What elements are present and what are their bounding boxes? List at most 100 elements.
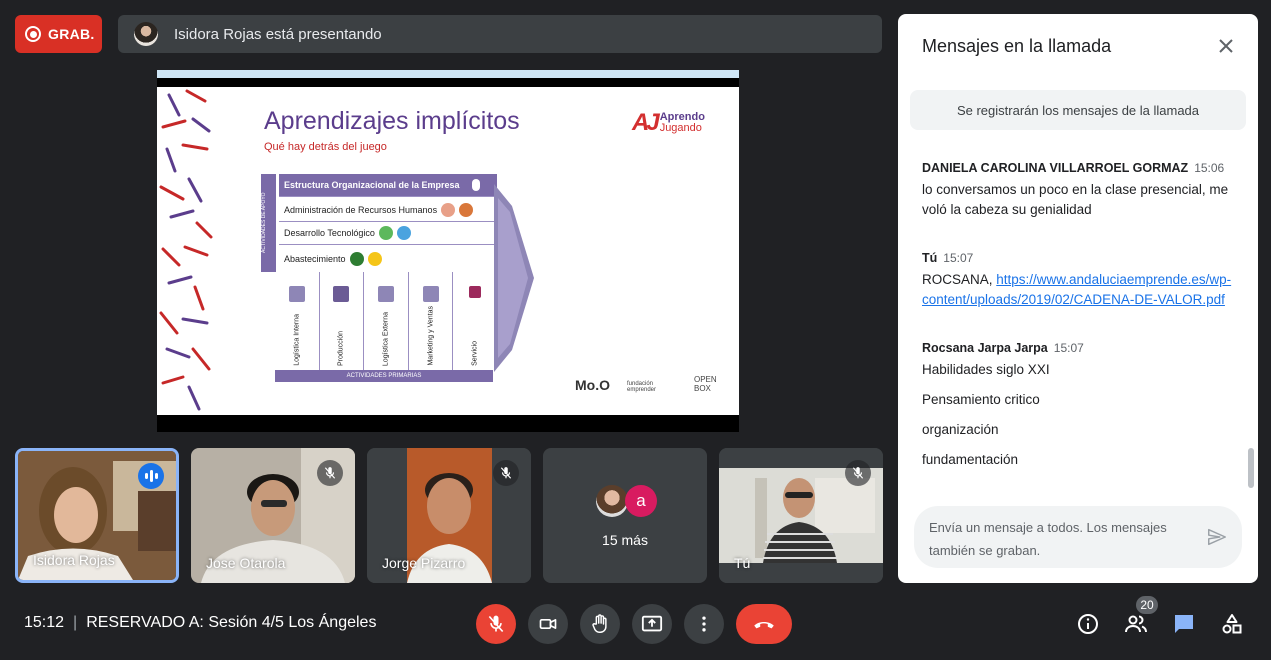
- power-icon: [378, 226, 393, 240]
- chat-button[interactable]: [1170, 610, 1198, 638]
- message-time: 15:07: [943, 251, 974, 265]
- hand-icon: [592, 614, 607, 633]
- participant-name: Tú: [734, 555, 751, 571]
- mic-off-icon: [488, 615, 504, 633]
- service-icon: [469, 286, 482, 298]
- aj-logo-mark: AJ: [632, 109, 660, 136]
- vc-row-procurement: Abastecimiento: [279, 247, 497, 270]
- clock-icon: [288, 286, 305, 302]
- partner-logo-moo: Mo.O: [575, 377, 610, 393]
- message-line: Habilidades siglo XXI: [922, 362, 1050, 377]
- support-activities-label: ACTIVIDADES DE APOYO: [261, 174, 276, 272]
- more-vert-icon: [702, 616, 706, 632]
- chat-scrollbar[interactable]: [1248, 448, 1254, 488]
- chat-message: Rocsana Jarpa Jarpa 15:07 Habilidades sig…: [922, 338, 1232, 470]
- person-icon: [441, 203, 456, 217]
- helmet-icon: [459, 203, 474, 217]
- vc-col-marketing: Marketing y Ventas: [409, 272, 454, 370]
- vc-row-tech: Desarrollo Tecnológico: [279, 222, 497, 245]
- slide-title: Aprendizajes implícitos: [264, 107, 520, 135]
- mic-off-icon: [845, 460, 871, 486]
- message-text: lo conversamos un poco en la clase prese…: [922, 182, 1229, 217]
- vc-col-service: Servicio: [453, 272, 497, 370]
- more-options-button[interactable]: [684, 604, 724, 644]
- vc-row-label: Estructura Organizacional de la Empresa: [284, 180, 460, 190]
- vc-row-label: Administración de Recursos Humanos: [284, 205, 438, 215]
- send-icon[interactable]: [1206, 526, 1228, 548]
- message-sender: Rocsana Jarpa Jarpa: [922, 341, 1048, 355]
- present-screen-icon: [641, 615, 663, 632]
- decorative-stripes: [159, 89, 213, 411]
- money-icon: [349, 251, 364, 266]
- presenting-text: Isidora Rojas está presentando: [174, 25, 382, 43]
- vc-col-production: Producción: [320, 272, 365, 370]
- hangup-icon: [754, 621, 774, 629]
- primary-activities-label: ACTIVIDADES PRIMARIAS: [275, 370, 493, 382]
- participant-tile-self[interactable]: Tú: [719, 448, 883, 583]
- chat-title: Mensajes en la llamada: [922, 36, 1112, 56]
- presentation-screen: Aprendizajes implícitos Qué hay detrás d…: [157, 70, 739, 432]
- slide: Aprendizajes implícitos Qué hay detrás d…: [157, 87, 739, 415]
- chat-recording-note: Se registrarán los mensajes de la llamad…: [910, 90, 1246, 130]
- avatar: [596, 485, 628, 517]
- production-icon: [333, 286, 350, 302]
- partner-logo-openbox: OPEN BOX: [694, 375, 717, 393]
- meeting-details-button[interactable]: [1074, 610, 1102, 638]
- margin-arrow: [494, 184, 534, 372]
- chat-message-input[interactable]: Envía un mensaje a todos. Los mensajes t…: [914, 506, 1242, 568]
- slide-subtitle: Qué hay detrás del juego: [264, 141, 387, 153]
- factory-icon: [396, 226, 411, 240]
- more-participants-label: 15 más: [602, 532, 648, 548]
- camera-icon: [539, 619, 557, 629]
- message-text: ROCSANA,: [922, 272, 997, 287]
- mic-off-icon: [317, 460, 343, 486]
- mic-off-icon: [493, 460, 519, 486]
- close-icon[interactable]: [1214, 34, 1238, 58]
- brand-line-2: Jugando: [659, 122, 702, 134]
- activities-icon: [1222, 614, 1242, 634]
- message-time: 15:07: [1053, 341, 1084, 355]
- presenter-avatar: [134, 22, 158, 46]
- participant-tile-more[interactable]: a 15 más: [543, 448, 707, 583]
- vc-row-hr: Administración de Recursos Humanos: [279, 199, 497, 222]
- camera-toggle-button[interactable]: [528, 604, 568, 644]
- people-button[interactable]: [1122, 610, 1150, 638]
- lightning-icon: [367, 251, 382, 266]
- speaking-indicator-icon: [138, 463, 164, 489]
- presenter-menubar: [157, 70, 739, 78]
- leave-call-button[interactable]: [736, 604, 792, 644]
- participant-name: Jose Otarola: [206, 555, 286, 571]
- message-line: Pensamiento critico: [922, 392, 1040, 407]
- vc-row-label: Desarrollo Tecnológico: [284, 228, 375, 238]
- partner-logo-fundacion: fundación emprender: [627, 381, 657, 393]
- message-sender: Tú: [922, 251, 938, 265]
- clock-icon: [377, 286, 394, 302]
- participant-tile-isidora[interactable]: Isidora Rojas: [15, 448, 179, 583]
- aprendo-jugando-logo: AJ Aprendo Jugando: [632, 109, 705, 137]
- chat-message: Tú 15:07 ROCSANA, https://www.andaluciaem…: [922, 248, 1232, 310]
- recording-indicator[interactable]: GRAB.: [15, 15, 102, 53]
- primary-activities: Logística Interna Producción Logística E…: [275, 272, 497, 370]
- message-sender: DANIELA CAROLINA VILLARROEL GORMAZ: [922, 161, 1189, 175]
- presenting-banner[interactable]: Isidora Rojas está presentando: [118, 15, 882, 53]
- vc-row-label: Abastecimiento: [284, 253, 346, 264]
- message-time: 15:06: [1194, 161, 1225, 175]
- present-screen-button[interactable]: [632, 604, 672, 644]
- avatar-letter: a: [625, 485, 657, 517]
- chat-icon: [1175, 615, 1193, 633]
- participant-name: Jorge Pizarro: [382, 555, 466, 571]
- info-icon: [1078, 614, 1098, 634]
- activities-button[interactable]: [1218, 610, 1246, 638]
- participant-tile-jorge[interactable]: Jorge Pizarro: [367, 448, 531, 583]
- chat-input-placeholder: Envía un mensaje a todos. Los mensajes t…: [929, 520, 1167, 558]
- meeting-info: 15:12 | RESERVADO A: Sesión 4/5 Los Ángele…: [24, 614, 377, 631]
- recording-label: GRAB.: [48, 26, 95, 42]
- participant-count-badge: 20: [1136, 596, 1158, 614]
- star-icon: [422, 286, 439, 302]
- vc-col-inbound: Logística Interna: [275, 272, 320, 370]
- value-chain-diagram: ACTIVIDADES DE APOYO Estructura Organiza…: [261, 174, 536, 382]
- chat-message: DANIELA CAROLINA VILLARROEL GORMAZ 15:06 …: [922, 158, 1232, 220]
- mic-toggle-button[interactable]: [476, 604, 516, 644]
- participant-tile-jose[interactable]: Jose Otarola: [191, 448, 355, 583]
- raise-hand-button[interactable]: [580, 604, 620, 644]
